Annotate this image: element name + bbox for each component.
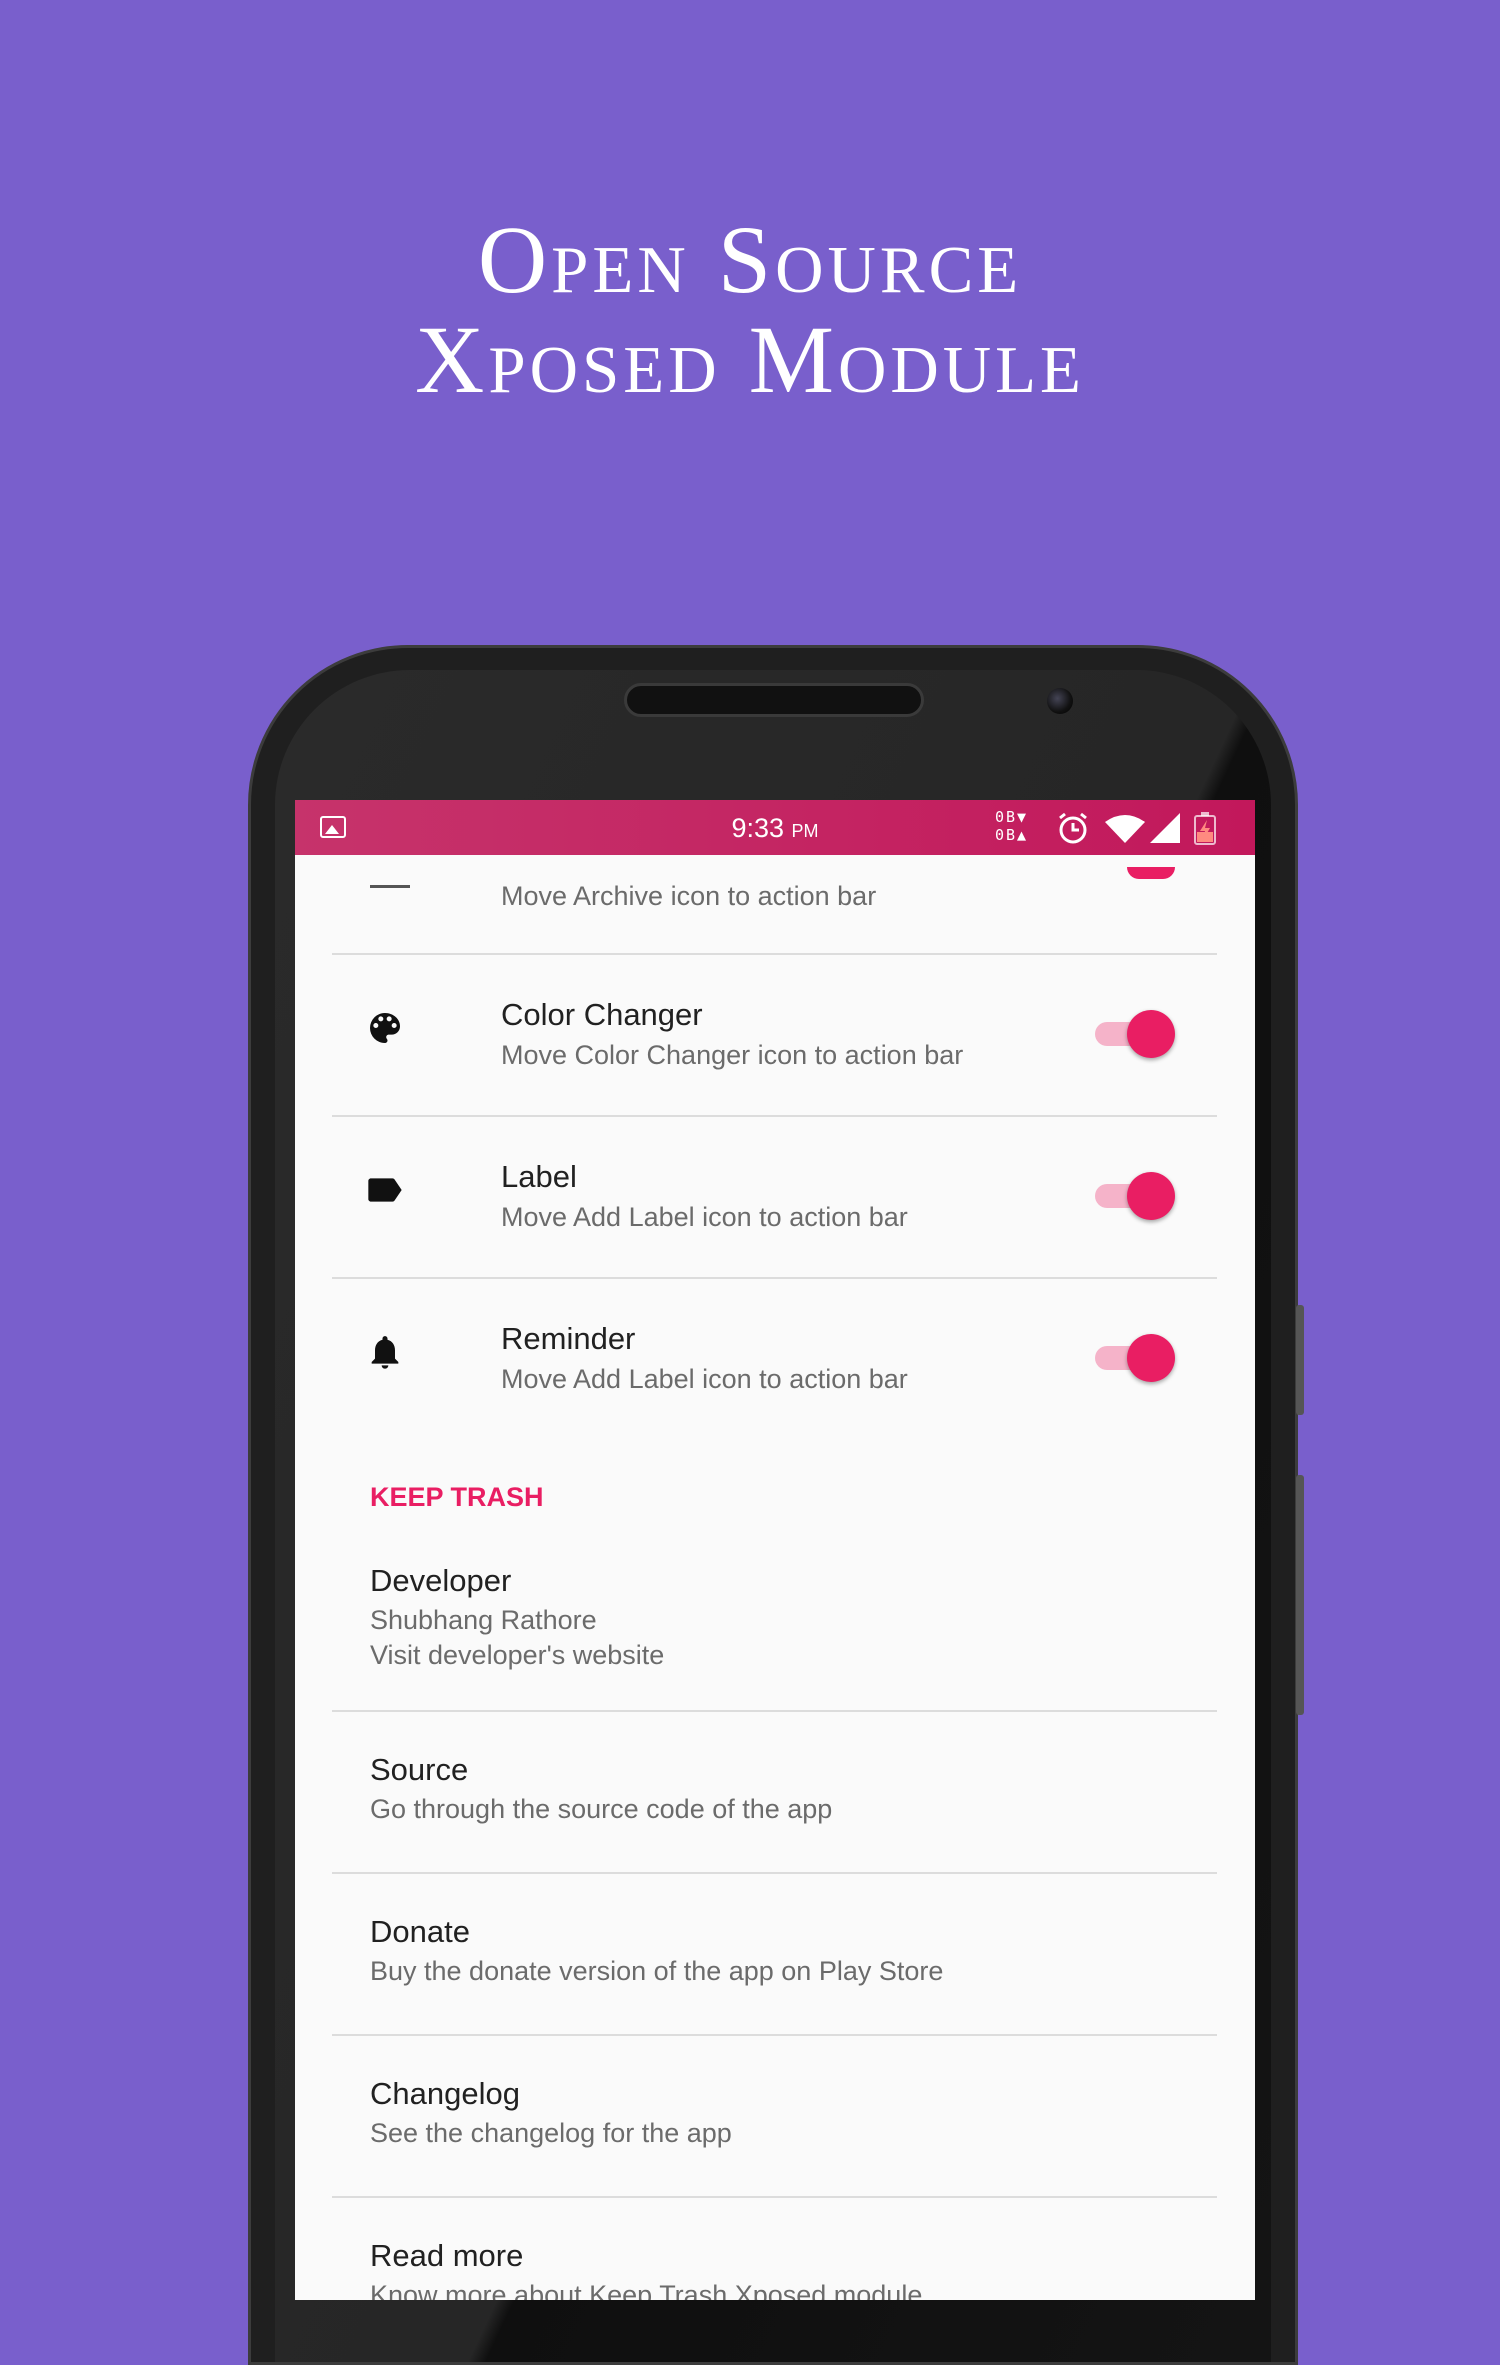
status-time-value: 9:33 <box>731 813 785 843</box>
wifi-icon <box>1105 815 1145 843</box>
toggle-title: Color Changer <box>501 997 703 1032</box>
pref-title: Read more <box>370 2238 524 2273</box>
bell-icon <box>371 1336 399 1369</box>
status-ampm: PM <box>791 821 819 841</box>
color-changer-switch[interactable] <box>1095 1008 1181 1058</box>
speed-up: 0B▲ <box>995 826 1029 844</box>
toggle-subtitle: Move Color Changer icon to action bar <box>501 1040 964 1070</box>
battery-charging-icon <box>1194 812 1216 845</box>
switch-thumb <box>1127 1010 1175 1058</box>
phone-speaker <box>624 683 924 717</box>
front-camera <box>1047 688 1073 714</box>
pref-source[interactable]: Source Go through the source code of the… <box>295 1712 1255 1874</box>
pref-title: Developer <box>370 1563 512 1598</box>
pref-subtitle: Shubhang Rathore Visit developer's websi… <box>370 1603 664 1673</box>
pref-subtitle: Buy the donate version of the app on Pla… <box>370 1956 944 1986</box>
headline: Open Source Xposed Module <box>0 210 1500 410</box>
toggle-row-label[interactable]: Label Move Add Label icon to action bar <box>295 1117 1255 1279</box>
toggle-title: Label <box>501 1159 577 1194</box>
app-screen: 9:33 PM 0B▼ 0B▲ Move Archive icon to act… <box>295 800 1255 2300</box>
palette-icon <box>370 1013 400 1043</box>
signal-icon <box>1150 813 1180 843</box>
pref-title: Donate <box>370 1914 470 1949</box>
label-icon <box>368 1178 402 1202</box>
pref-title: Source <box>370 1752 469 1787</box>
developer-name: Shubhang Rathore <box>370 1605 597 1635</box>
pref-subtitle: See the changelog for the app <box>370 2118 732 2148</box>
label-switch[interactable] <box>1095 1170 1181 1220</box>
toggle-subtitle: Move Archive icon to action bar <box>501 881 877 911</box>
toggle-row-color-changer[interactable]: Color Changer Move Color Changer icon to… <box>295 955 1255 1117</box>
toggle-subtitle: Move Add Label icon to action bar <box>501 1202 908 1232</box>
pref-donate[interactable]: Donate Buy the donate version of the app… <box>295 1874 1255 2036</box>
pref-subtitle: Go through the source code of the app <box>370 1794 833 1824</box>
pref-title: Changelog <box>370 2076 520 2111</box>
toggle-subtitle: Move Add Label icon to action bar <box>501 1364 908 1394</box>
speed-down: 0B▼ <box>995 808 1029 826</box>
switch-thumb <box>1127 1172 1175 1220</box>
reminder-switch[interactable] <box>1095 1332 1181 1382</box>
developer-website-hint: Visit developer's website <box>370 1640 665 1670</box>
section-header: KEEP TRASH <box>370 1482 544 1512</box>
network-speed: 0B▼ 0B▲ <box>995 808 1028 844</box>
power-button <box>1296 1475 1304 1715</box>
headline-line-1: Open Source <box>477 206 1023 313</box>
pref-developer[interactable]: Developer Shubhang Rathore Visit develop… <box>295 1555 1255 1715</box>
pref-read-more[interactable]: Read more Know more about Keep Trash Xpo… <box>295 2198 1255 2300</box>
status-icons <box>1059 812 1216 845</box>
pref-changelog[interactable]: Changelog See the changelog for the app <box>295 2036 1255 2198</box>
toggle-row-reminder[interactable]: Reminder Move Add Label icon to action b… <box>295 1279 1255 1441</box>
pref-subtitle: Know more about Keep Trash Xposed module <box>370 2280 923 2300</box>
toggle-title: Reminder <box>501 1321 636 1356</box>
headline-line-2: Xposed Module <box>415 306 1085 413</box>
alarm-icon <box>1059 812 1087 844</box>
volume-button <box>1296 1305 1304 1415</box>
status-bar: 9:33 PM 0B▼ 0B▲ <box>295 800 1255 855</box>
archive-icon <box>370 885 410 888</box>
toggle-thumb-partial[interactable] <box>1127 867 1175 879</box>
switch-thumb <box>1127 1334 1175 1382</box>
